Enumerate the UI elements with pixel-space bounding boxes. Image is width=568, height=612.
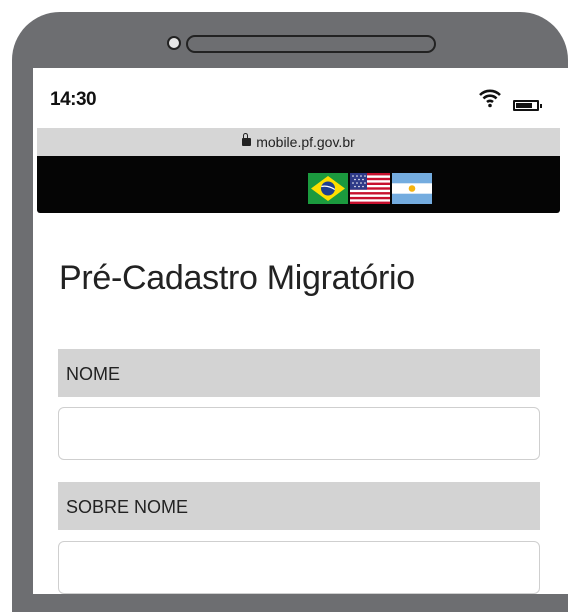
- sobre-nome-label: SOBRE NOME: [58, 482, 540, 530]
- language-flags: [308, 173, 432, 204]
- brazil-flag-icon[interactable]: [308, 173, 348, 204]
- status-bar: 14:30: [33, 68, 568, 118]
- battery-icon: [513, 100, 542, 111]
- argentina-flag-icon[interactable]: [392, 173, 432, 204]
- earpiece-speaker: [186, 35, 436, 53]
- page-title: Pré-Cadastro Migratório: [59, 259, 415, 297]
- status-time: 14:30: [50, 89, 97, 110]
- sobre-nome-input[interactable]: [58, 541, 540, 594]
- nome-label: NOME: [58, 349, 540, 397]
- usa-flag-icon[interactable]: [350, 173, 390, 204]
- phone-screen: 14:30 mobile.pf.gov.br Pré-Cadastro Migr…: [33, 68, 568, 594]
- site-header: [37, 156, 560, 213]
- phone-frame: 14:30 mobile.pf.gov.br Pré-Cadastro Migr…: [12, 12, 568, 612]
- url-text: mobile.pf.gov.br: [256, 134, 355, 150]
- front-camera: [167, 36, 181, 50]
- nome-input[interactable]: [58, 407, 540, 460]
- lock-icon: [242, 133, 252, 147]
- address-bar[interactable]: mobile.pf.gov.br: [37, 128, 560, 156]
- wifi-icon: [479, 89, 501, 108]
